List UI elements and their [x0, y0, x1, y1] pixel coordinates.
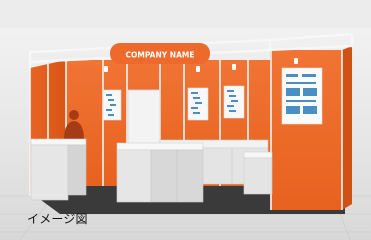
ceiling [0, 0, 371, 28]
booth-illustration: COMPANY NAME [0, 0, 371, 240]
storage-door [127, 89, 161, 151]
poster-1 [102, 89, 122, 121]
right-counter [243, 151, 273, 195]
poster-4 [281, 67, 323, 125]
company-name-text: COMPANY NAME [126, 51, 195, 60]
booth-image: COMPANY NAME イメージ図 [0, 0, 371, 240]
left-counter [30, 138, 87, 201]
poster-2 [187, 87, 209, 121]
right-side-edge [342, 46, 352, 210]
caption-image-label: イメージ図 [27, 212, 88, 226]
center-counter [116, 142, 204, 203]
poster-3 [223, 85, 245, 119]
